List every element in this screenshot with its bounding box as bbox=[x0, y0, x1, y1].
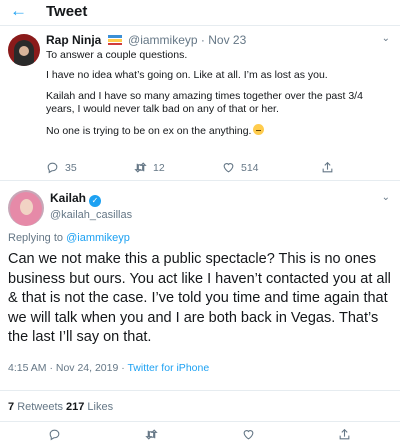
main-actions bbox=[0, 424, 400, 445]
parent-actions: 35 12 514 bbox=[46, 161, 386, 175]
share-button[interactable] bbox=[338, 428, 351, 441]
separator-dot: · bbox=[200, 33, 205, 47]
author-name[interactable]: Rap Ninja bbox=[46, 33, 101, 47]
tweet-stats: 7 Retweets 217 Likes bbox=[0, 390, 400, 422]
page-title: Tweet bbox=[46, 3, 88, 20]
retweet-count: 12 bbox=[153, 161, 165, 174]
author-handle[interactable]: @iammikeyp bbox=[128, 33, 198, 47]
parent-tweet-text: To answer a couple questions. I have no … bbox=[46, 49, 390, 146]
retweets-stat[interactable]: 7 Retweets bbox=[8, 400, 63, 414]
heart-icon bbox=[223, 163, 234, 173]
replying-to: Replying to @iammikeyp bbox=[8, 231, 130, 245]
tweet-line: Kailah and I have so many amazing times … bbox=[46, 90, 363, 115]
retweet-icon bbox=[145, 429, 158, 440]
tweet-line: No one is trying to be on ex on the anyt… bbox=[46, 125, 252, 137]
tweet-text: Can we not make this a public spectacle?… bbox=[8, 251, 391, 345]
retweets-label: Retweets bbox=[17, 401, 64, 413]
tweet-meta: 4:15 AM · Nov 24, 2019 · Twitter for iPh… bbox=[8, 362, 209, 375]
share-button[interactable] bbox=[321, 161, 334, 174]
author-name-row: Kailah ✓ bbox=[50, 191, 102, 207]
likes-stat[interactable]: 217 Likes bbox=[66, 400, 113, 414]
parent-author-row: Rap Ninja @iammikeyp · Nov 23 bbox=[46, 33, 246, 47]
tweet-line: I have no idea what’s going on. Like at … bbox=[46, 69, 328, 81]
tweet-date[interactable]: Nov 23 bbox=[208, 33, 246, 47]
flag-emoji-icon bbox=[107, 35, 122, 45]
share-icon bbox=[339, 428, 350, 440]
reply-button[interactable]: 35 bbox=[46, 161, 77, 174]
retweet-button[interactable]: 12 bbox=[134, 161, 165, 174]
share-icon bbox=[322, 161, 333, 173]
back-arrow-icon[interactable]: ← bbox=[10, 1, 27, 21]
parent-tweet[interactable]: Rap Ninja @iammikeyp · Nov 23 ⌄ To answe… bbox=[0, 27, 400, 181]
chevron-down-icon[interactable]: ⌄ bbox=[382, 192, 390, 203]
like-count: 514 bbox=[241, 161, 259, 174]
chevron-down-icon[interactable]: ⌄ bbox=[382, 33, 390, 45]
retweet-button[interactable] bbox=[145, 428, 158, 441]
verified-badge-icon: ✓ bbox=[89, 195, 102, 207]
avatar[interactable] bbox=[8, 34, 40, 66]
tweet-timestamp[interactable]: 4:15 AM · Nov 24, 2019 · bbox=[8, 362, 127, 374]
reply-count: 35 bbox=[65, 161, 77, 174]
likes-label: Likes bbox=[87, 401, 114, 413]
tweet-source-link[interactable]: Twitter for iPhone bbox=[127, 362, 209, 374]
replying-prefix: Replying to bbox=[8, 232, 64, 244]
like-button[interactable]: 514 bbox=[222, 161, 259, 174]
tweet-line: To answer a couple questions. bbox=[46, 49, 188, 61]
tweet-line-last: No one is trying to be on ex on the anyt… bbox=[46, 124, 390, 138]
top-bar: ← Tweet bbox=[0, 0, 400, 26]
heart-icon bbox=[243, 430, 254, 440]
avatar[interactable] bbox=[8, 190, 44, 226]
retweet-icon bbox=[134, 162, 147, 173]
author-handle[interactable]: @kailah_casillas bbox=[50, 208, 132, 222]
reply-icon bbox=[47, 162, 58, 174]
retweets-count: 7 bbox=[8, 401, 15, 413]
like-button[interactable] bbox=[242, 428, 255, 441]
replying-to-link[interactable]: @iammikeyp bbox=[66, 232, 130, 244]
likes-count: 217 bbox=[66, 401, 85, 413]
reply-icon bbox=[49, 429, 60, 441]
author-name[interactable]: Kailah bbox=[50, 191, 86, 205]
reply-button[interactable] bbox=[48, 428, 61, 441]
neutral-face-emoji-icon bbox=[253, 124, 265, 135]
